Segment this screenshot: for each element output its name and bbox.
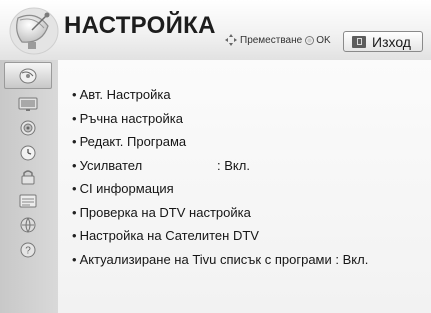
menu-item-label: Авт. Настройка	[79, 87, 171, 103]
menu-item-satellite-dtv-setup[interactable]: • Настройка на Сателитен DTV	[72, 224, 368, 248]
option-icon	[19, 194, 37, 207]
sidebar-item-support[interactable]: ?	[4, 238, 52, 261]
network-icon	[20, 217, 36, 232]
page-title: НАСТРОЙКА	[64, 12, 216, 39]
hint-ok-label: OK	[316, 34, 331, 46]
menu-item-value: : Вкл.	[335, 251, 369, 267]
svg-text:?: ?	[25, 245, 31, 256]
picture-icon	[18, 97, 38, 111]
lock-icon	[21, 169, 35, 184]
menu-item-programme-edit[interactable]: • Редакт. Програма	[72, 130, 368, 154]
sidebar-item-time[interactable]	[4, 141, 52, 164]
setup-dish-icon	[19, 68, 37, 83]
menu-item-ci-information[interactable]: • CI информация	[72, 177, 368, 201]
sidebar-item-option[interactable]	[4, 189, 52, 212]
sidebar-item-lock[interactable]	[4, 165, 52, 188]
sidebar: ?	[0, 60, 58, 313]
exit-key-icon	[352, 35, 366, 48]
sidebar-item-picture[interactable]	[4, 92, 52, 115]
menu-item-dtv-signal-test[interactable]: • Проверка на DTV настройка	[72, 201, 368, 225]
dpad-icon	[225, 34, 237, 46]
menu-item-manual-tuning[interactable]: • Ръчна настройка	[72, 107, 368, 131]
navigation-hint: Преместване OK	[224, 33, 331, 47]
menu-item-tivu-update[interactable]: • Актуализиране на Tivu списък с програм…	[72, 248, 368, 272]
menu-item-label: Актуализиране на Tivu списък с програми	[79, 251, 332, 267]
exit-button-label: Изход	[372, 33, 411, 50]
setup-screen: НАСТРОЙКА Преместване OK Изход ? • Авт. …	[0, 0, 431, 313]
hint-move-label: Преместване	[240, 34, 303, 46]
time-icon	[20, 145, 36, 160]
menu-item-label: Редакт. Програма	[79, 134, 187, 150]
sidebar-item-audio[interactable]	[4, 116, 52, 139]
menu-item-value: : Вкл.	[217, 157, 250, 173]
setup-dish-icon	[9, 7, 59, 55]
support-icon: ?	[20, 242, 36, 257]
sidebar-item-network[interactable]	[4, 213, 52, 236]
main-panel: • Авт. Настройка • Ръчна настройка • Ред…	[58, 60, 431, 313]
setup-menu: • Авт. Настройка • Ръчна настройка • Ред…	[72, 83, 368, 271]
menu-item-auto-tuning[interactable]: • Авт. Настройка	[72, 83, 368, 107]
sidebar-item-setup[interactable]	[4, 62, 52, 89]
menu-item-label: Настройка на Сателитен DTV	[79, 228, 259, 244]
menu-item-label: Усилвател	[79, 157, 143, 173]
audio-icon	[20, 120, 36, 135]
menu-item-booster[interactable]: • Усилвател : Вкл.	[72, 154, 368, 178]
menu-item-label: Проверка на DTV настройка	[79, 204, 251, 220]
menu-item-label: CI информация	[79, 181, 174, 197]
header: НАСТРОЙКА Преместване OK Изход	[0, 0, 431, 60]
ok-button-icon	[305, 35, 315, 45]
exit-button[interactable]: Изход	[343, 31, 423, 52]
menu-item-label: Ръчна настройка	[79, 110, 183, 126]
